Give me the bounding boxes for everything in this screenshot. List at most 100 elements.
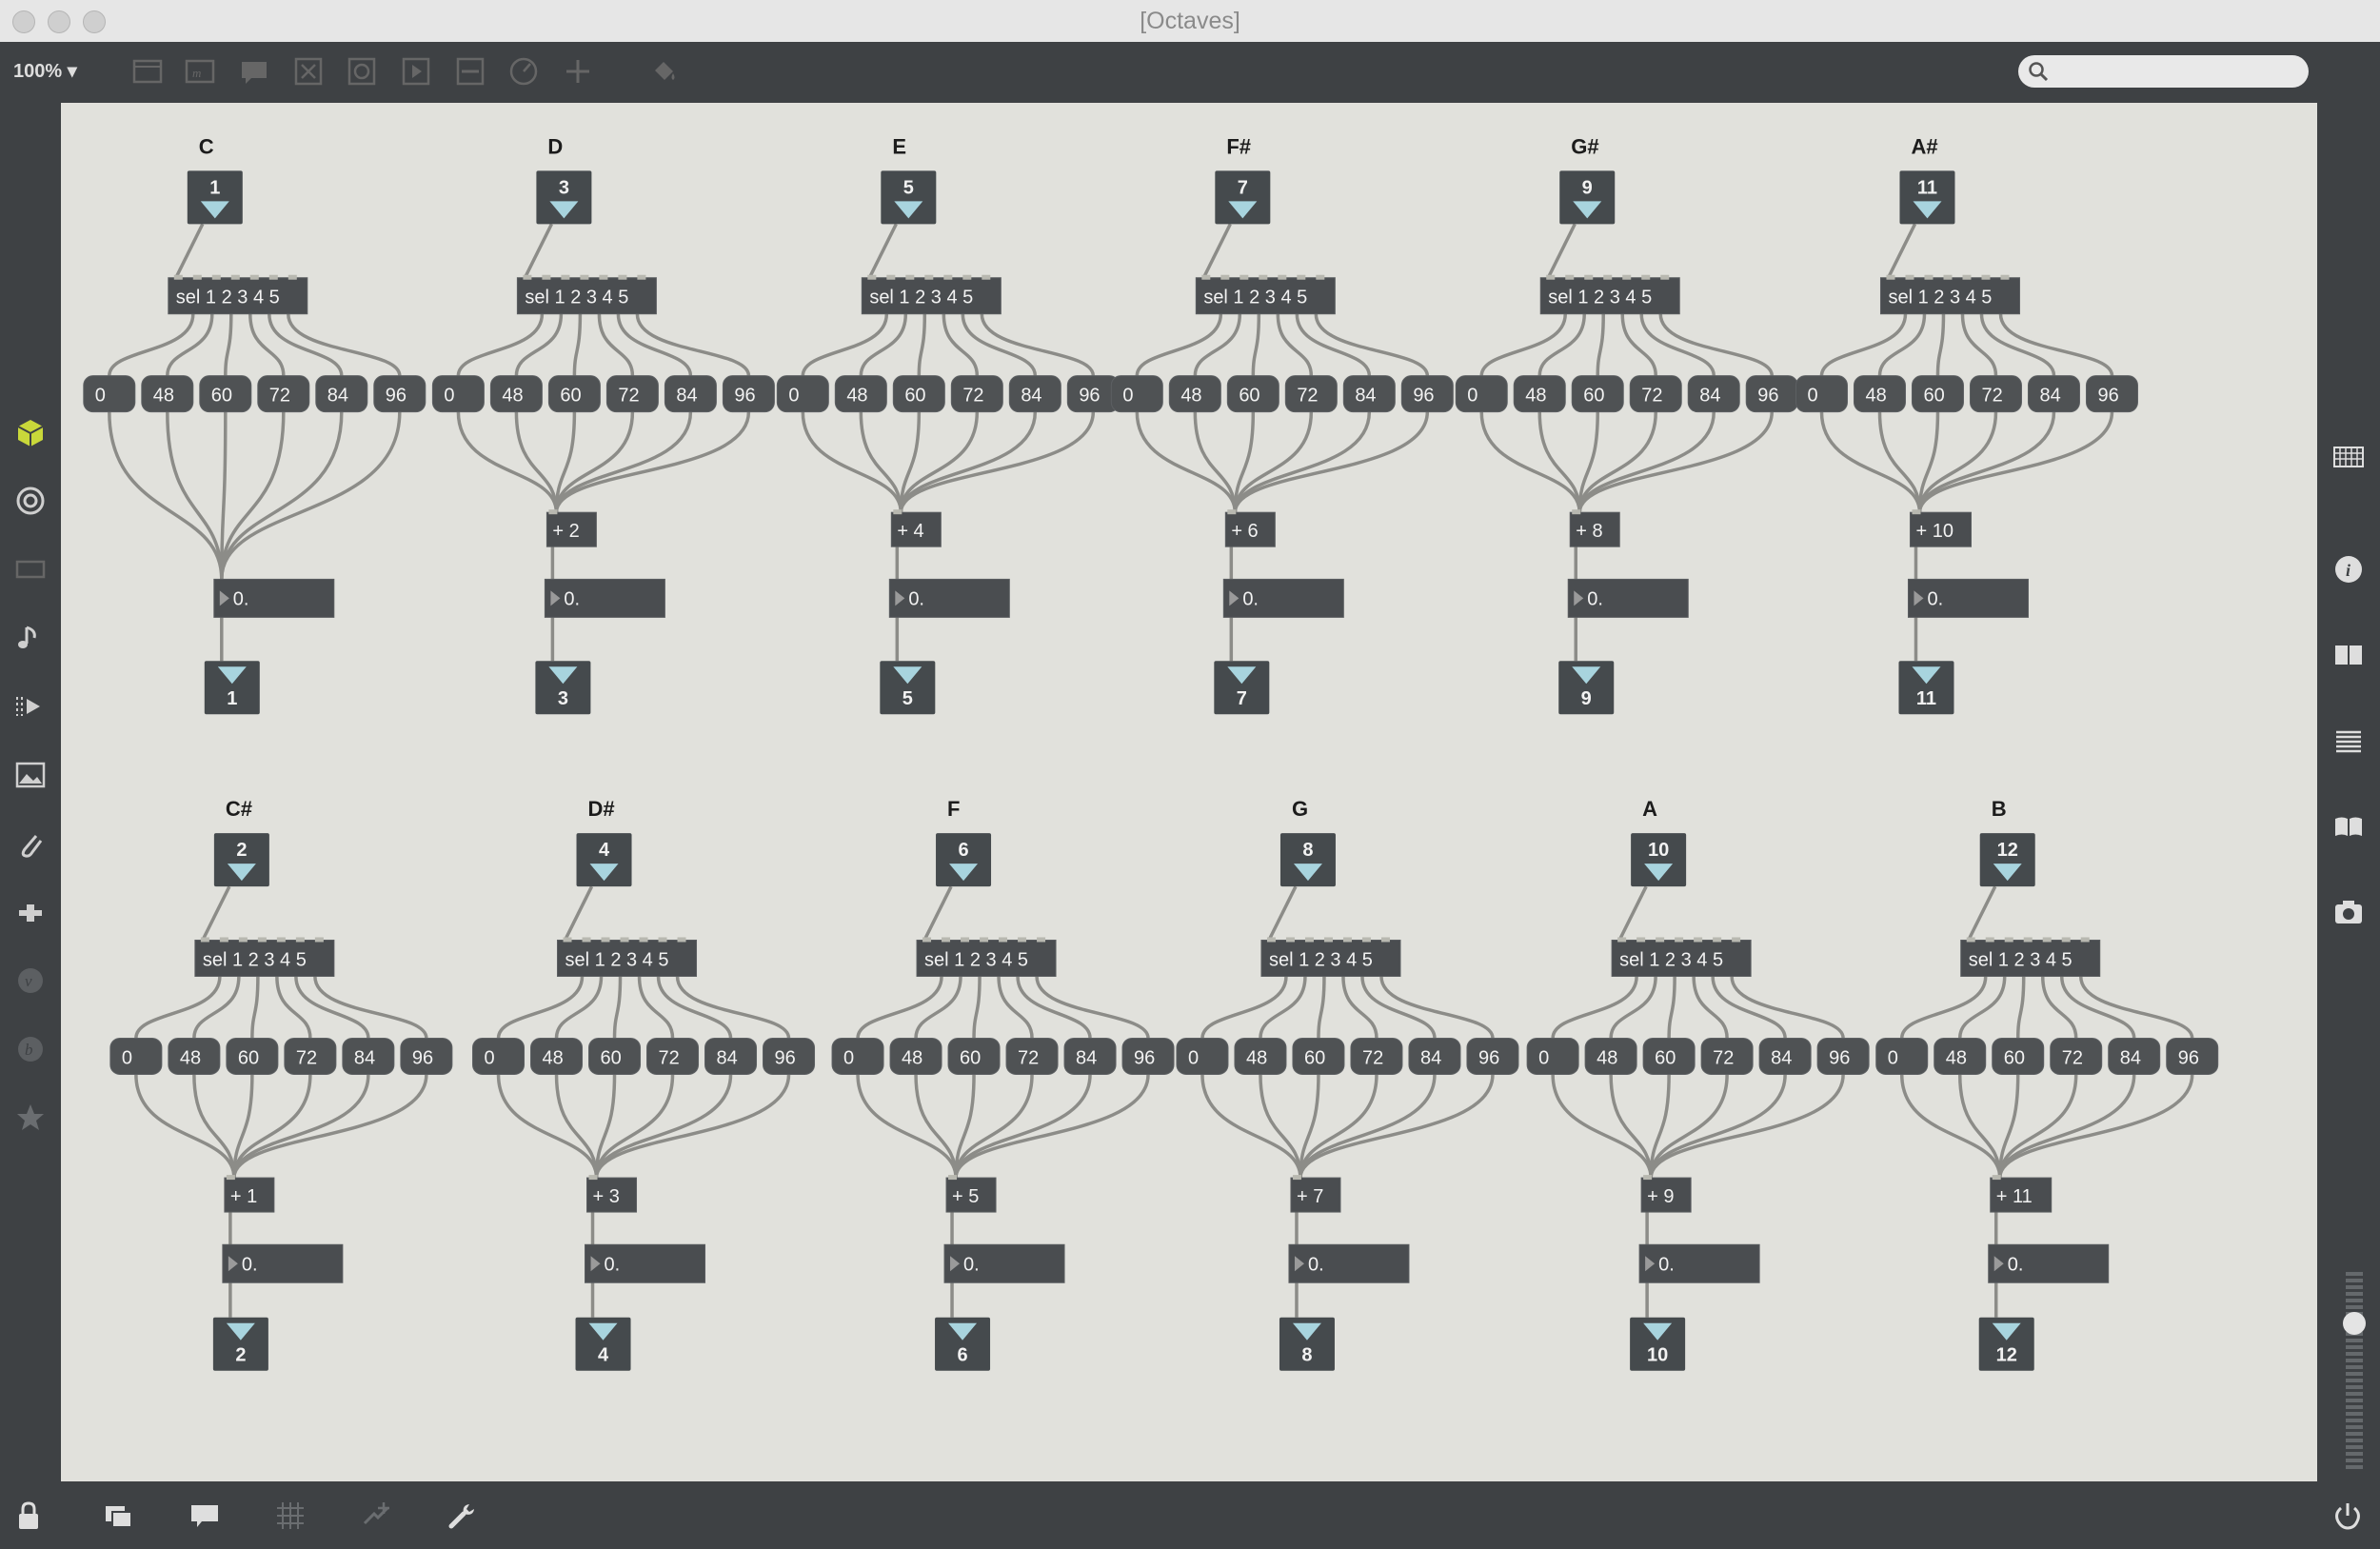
paint-bucket-icon[interactable]	[647, 55, 680, 88]
music-icon[interactable]	[13, 621, 48, 655]
add-object-icon[interactable]	[562, 55, 594, 88]
book-icon[interactable]	[2331, 638, 2366, 672]
octave-message-0[interactable]: 0	[1795, 375, 1848, 413]
reference-icon[interactable]	[2331, 809, 2366, 844]
image-icon[interactable]	[13, 758, 48, 792]
octave-message-84[interactable]: 84	[2027, 375, 2080, 413]
list-icon[interactable]	[2331, 724, 2366, 758]
float-body[interactable]	[1907, 578, 2029, 618]
outlet-box[interactable]: 7	[1214, 661, 1270, 715]
inlet-box[interactable]: 9	[1559, 170, 1616, 225]
octave-message-84[interactable]: 84	[664, 375, 717, 413]
octave-message-72[interactable]: 72	[1350, 1037, 1403, 1075]
octave-message-0[interactable]: 0	[831, 1037, 884, 1075]
inlet-box[interactable]: 2	[213, 833, 269, 887]
float-body[interactable]	[544, 578, 665, 618]
float-body[interactable]	[1222, 578, 1344, 618]
float-body[interactable]	[1638, 1243, 1760, 1283]
octave-message-96[interactable]: 96	[1745, 375, 1798, 413]
float-number-box[interactable]: 0.	[1988, 1243, 2110, 1283]
zoom-menu[interactable]: 100% ▾	[13, 59, 77, 83]
octave-message-0[interactable]: 0	[109, 1037, 163, 1075]
octave-message-72[interactable]: 72	[950, 375, 1003, 413]
octave-message-96[interactable]: 96	[2166, 1037, 2219, 1075]
octave-message-0[interactable]: 0	[776, 375, 829, 413]
new-toggle-icon[interactable]	[292, 55, 325, 88]
select-object[interactable]: sel 1 2 3 4 5	[1195, 274, 1336, 315]
presentation-icon[interactable]	[102, 1499, 136, 1533]
octave-message-0[interactable]: 0	[1176, 1037, 1229, 1075]
outlet-box[interactable]: 2	[212, 1317, 268, 1371]
select-object[interactable]: sel 1 2 3 4 5	[194, 937, 335, 977]
select-object[interactable]: sel 1 2 3 4 5	[1611, 937, 1752, 977]
octave-message-48[interactable]: 48	[530, 1037, 584, 1075]
inlet-box[interactable]: 3	[536, 170, 592, 225]
add-object[interactable]: + 2	[545, 509, 597, 547]
octave-message-84[interactable]: 84	[1008, 375, 1061, 413]
octave-message-72[interactable]: 72	[284, 1037, 337, 1075]
inlet-box[interactable]: 5	[881, 170, 937, 225]
outlet-box[interactable]: 3	[535, 661, 591, 715]
inlet-box[interactable]: 1	[187, 170, 243, 225]
select-object[interactable]: sel 1 2 3 4 5	[516, 274, 657, 315]
select-object[interactable]: sel 1 2 3 4 5	[1960, 937, 2101, 977]
browser-icon[interactable]	[13, 484, 48, 518]
select-object[interactable]: sel 1 2 3 4 5	[1879, 274, 2020, 315]
octave-message-0[interactable]: 0	[1110, 375, 1163, 413]
octave-message-96[interactable]: 96	[1816, 1037, 1870, 1075]
favorites-icon[interactable]	[13, 1101, 48, 1135]
octave-message-0[interactable]: 0	[1526, 1037, 1579, 1075]
clip-icon[interactable]	[13, 826, 48, 861]
octave-message-60[interactable]: 60	[1292, 1037, 1345, 1075]
octave-message-0[interactable]: 0	[431, 375, 485, 413]
snapshot-icon[interactable]	[2331, 895, 2366, 929]
add-object[interactable]: + 5	[945, 1175, 997, 1213]
octave-message-0[interactable]: 0	[1455, 375, 1508, 413]
outlet-box[interactable]: 6	[935, 1317, 991, 1371]
outlet-box[interactable]: 5	[880, 661, 936, 715]
select-object[interactable]: sel 1 2 3 4 5	[168, 274, 308, 315]
octave-message-72[interactable]: 72	[257, 375, 310, 413]
octave-message-48[interactable]: 48	[834, 375, 887, 413]
octave-message-96[interactable]: 96	[400, 1037, 453, 1075]
wrench-icon[interactable]	[445, 1499, 479, 1533]
inlet-box[interactable]: 12	[1979, 833, 2035, 887]
octave-message-84[interactable]: 84	[315, 375, 368, 413]
new-message-icon[interactable]: m	[184, 55, 216, 88]
octave-message-84[interactable]: 84	[342, 1037, 395, 1075]
octave-message-60[interactable]: 60	[226, 1037, 279, 1075]
preview-icon[interactable]	[13, 552, 48, 586]
octave-message-60[interactable]: 60	[588, 1037, 642, 1075]
float-number-box[interactable]: 0.	[888, 578, 1010, 618]
outlet-box[interactable]: 12	[1978, 1317, 2034, 1371]
message-body[interactable]	[1875, 1037, 1929, 1075]
octave-message-60[interactable]: 60	[547, 375, 601, 413]
octave-message-72[interactable]: 72	[1700, 1037, 1754, 1075]
float-number-box[interactable]: 0.	[1638, 1243, 1760, 1283]
select-object[interactable]: sel 1 2 3 4 5	[1539, 274, 1680, 315]
float-number-box[interactable]: 0.	[585, 1243, 706, 1283]
plugin-icon[interactable]	[13, 895, 48, 929]
float-number-box[interactable]: 0.	[943, 1243, 1065, 1283]
octave-message-60[interactable]: 60	[1571, 375, 1624, 413]
comment-icon[interactable]	[188, 1499, 222, 1533]
message-body[interactable]	[109, 1037, 163, 1075]
octave-message-84[interactable]: 84	[2108, 1037, 2161, 1075]
new-play-icon[interactable]	[400, 55, 432, 88]
float-body[interactable]	[585, 1243, 706, 1283]
octave-message-60[interactable]: 60	[1642, 1037, 1696, 1075]
octave-message-48[interactable]: 48	[1853, 375, 1906, 413]
add-object[interactable]: + 4	[890, 509, 942, 547]
float-number-box[interactable]: 0.	[213, 578, 335, 618]
octave-message-60[interactable]: 60	[1226, 375, 1279, 413]
package-icon[interactable]	[13, 416, 48, 450]
octave-message-72[interactable]: 72	[646, 1037, 700, 1075]
octave-message-72[interactable]: 72	[605, 375, 659, 413]
float-body[interactable]	[888, 578, 1010, 618]
float-number-box[interactable]: 0.	[1567, 578, 1689, 618]
octave-message-48[interactable]: 48	[1234, 1037, 1287, 1075]
add-object[interactable]: + 11	[1990, 1175, 2053, 1213]
new-button-icon[interactable]	[346, 55, 378, 88]
octave-message-72[interactable]: 72	[1969, 375, 2022, 413]
octave-message-96[interactable]: 96	[2085, 375, 2138, 413]
